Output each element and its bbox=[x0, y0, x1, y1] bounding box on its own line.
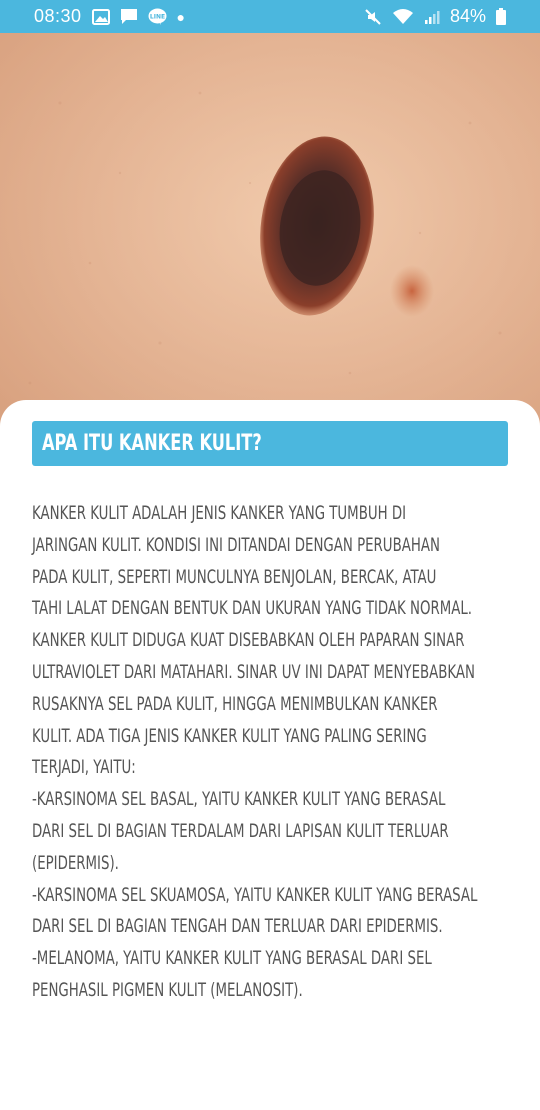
line-icon: LINE bbox=[148, 8, 167, 26]
body-line: ULTRAVIOLET DARI MATAHARI. SINAR UV INI … bbox=[32, 660, 475, 683]
body-line: PENGHASIL PIGMEN KULIT (MELANOSIT). bbox=[32, 978, 303, 1001]
article-body: KANKER KULIT ADALAH JENIS KANKER YANG TU… bbox=[32, 498, 532, 1007]
body-line: TAHI LALAT DENGAN BENTUK DAN UKURAN YANG… bbox=[32, 597, 473, 620]
content-card: APA ITU KANKER KULIT? KANKER KULIT ADALA… bbox=[0, 400, 540, 1110]
body-line: (EPIDERMIS). bbox=[32, 851, 119, 874]
status-left-group: 08:30 LINE ● bbox=[34, 6, 185, 27]
small-spot-shape bbox=[390, 265, 434, 317]
body-line: KANKER KULIT DIDUGA KUAT DISEBABKAN OLEH… bbox=[32, 629, 465, 652]
body-line: PADA KULIT, SEPERTI MUNCULNYA BENJOLAN, … bbox=[32, 565, 437, 588]
battery-icon bbox=[496, 8, 506, 25]
wifi-icon bbox=[392, 8, 414, 26]
notification-dot-icon: ● bbox=[176, 8, 186, 25]
status-time: 08:30 bbox=[34, 6, 82, 26]
status-bar: 08:30 LINE ● 84% bbox=[0, 0, 540, 33]
body-line: KULIT. ADA TIGA JENIS KANKER KULIT YANG … bbox=[32, 724, 427, 747]
body-line: DARI SEL DI BAGIAN TERDALAM DARI LAPISAN… bbox=[32, 819, 449, 842]
image-icon bbox=[91, 8, 110, 25]
body-line: RUSAKNYA SEL PADA KULIT, HINGGA MENIMBUL… bbox=[32, 692, 438, 715]
body-line: KANKER KULIT ADALAH JENIS KANKER YANG TU… bbox=[32, 502, 407, 524]
battery-percent: 84% bbox=[449, 6, 486, 26]
signal-icon bbox=[424, 9, 440, 25]
svg-text:LINE: LINE bbox=[149, 13, 164, 20]
section-title: APA ITU KANKER KULIT? bbox=[42, 431, 262, 456]
body-line: DARI SEL DI BAGIAN TENGAH DAN TERLUAR DA… bbox=[32, 915, 443, 938]
skin-mole-illustration bbox=[0, 33, 540, 453]
section-header: APA ITU KANKER KULIT? bbox=[32, 421, 508, 466]
body-line: -KARSINOMA SEL SKUAMOSA, YAITU KANKER KU… bbox=[32, 883, 478, 906]
skin-mole-image bbox=[0, 33, 540, 453]
body-line: TERJADI, YAITU: bbox=[32, 756, 136, 779]
status-right-group: 84% bbox=[364, 6, 506, 27]
body-line: -KARSINOMA SEL BASAL, YAITU KANKER KULIT… bbox=[32, 788, 446, 811]
mute-icon bbox=[364, 8, 382, 26]
message-icon bbox=[120, 8, 138, 25]
body-line: -MELANOMA, YAITU KANKER KULIT YANG BERAS… bbox=[32, 947, 432, 970]
body-line: JARINGAN KULIT. KONDISI INI DITANDAI DEN… bbox=[32, 533, 440, 556]
